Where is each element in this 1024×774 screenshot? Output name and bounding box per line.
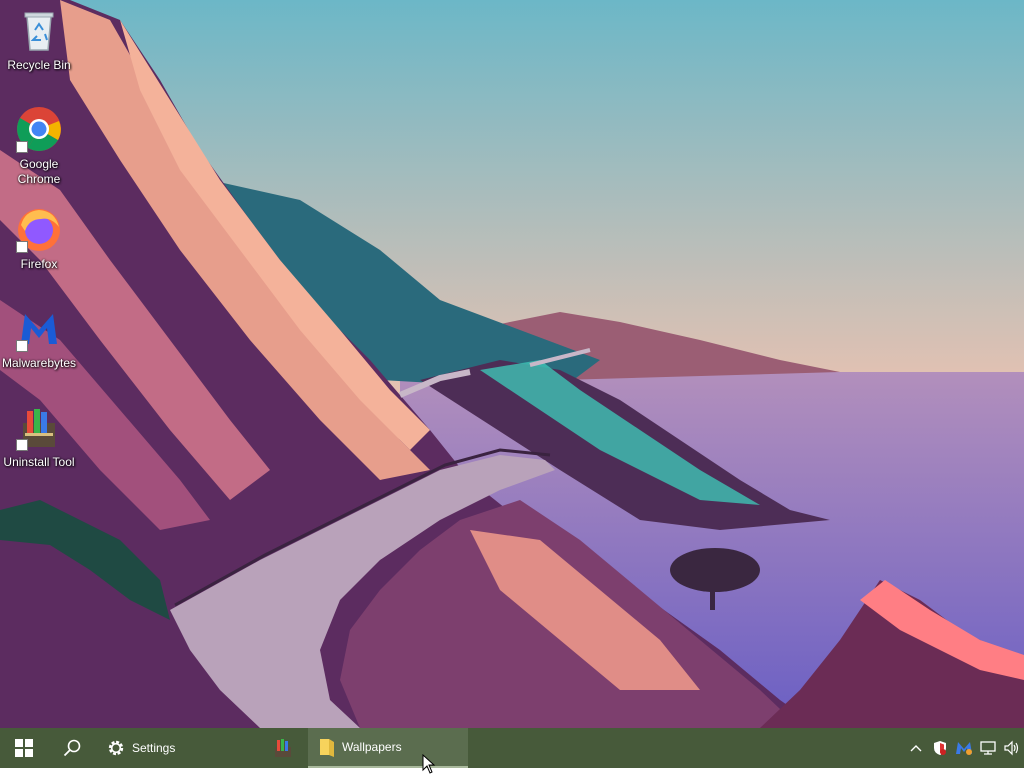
taskbar-app-settings[interactable]: Settings [96,728,248,768]
taskbar: Settings Wallpapers [0,728,1024,768]
taskbar-app-uninstall-tool[interactable] [258,728,308,768]
desktop-icon-label: Uninstall Tool [3,455,75,469]
desktop-icon-label: Recycle Bin [7,58,71,72]
security-shield-icon [934,741,946,755]
desktop-icon-label: Google Chrome [17,157,61,186]
malwarebytes-tray-icon [956,742,972,755]
desktop-icon-label: Malwarebytes [1,356,77,370]
system-tray [904,728,1024,768]
network-icon [980,741,996,755]
search-icon [63,739,81,757]
show-hidden-icons-button[interactable] [904,728,928,768]
tray-network[interactable] [976,728,1000,768]
firefox-icon [15,205,63,253]
desktop-icon-recycle-bin[interactable]: Recycle Bin [0,6,78,73]
tray-volume[interactable] [1000,728,1024,768]
mouse-cursor [422,754,436,774]
shortcut-arrow-icon [16,141,28,153]
wallpaper [0,0,1024,728]
search-button[interactable] [48,728,96,768]
taskbar-app-label: Settings [132,741,176,755]
shortcut-arrow-icon [16,439,28,451]
desktop-icon-uninstall-tool[interactable]: Uninstall Tool [0,403,78,470]
windows-start-icon [15,739,33,757]
uninstall-tool-icon [15,403,63,451]
volume-icon [1004,740,1019,756]
tray-security[interactable] [928,728,952,768]
shortcut-arrow-icon [16,241,28,253]
chrome-icon [15,105,63,153]
tray-malwarebytes[interactable] [952,728,976,768]
recycle-bin-icon [15,6,63,54]
uninstall-tool-icon [275,739,291,757]
shortcut-arrow-icon [16,340,28,352]
desktop-icon-firefox[interactable]: Firefox [0,205,78,272]
taskbar-app-label: Wallpapers [342,740,402,754]
malwarebytes-icon [15,304,63,352]
gear-icon [108,740,124,756]
desktop[interactable]: Recycle Bin Google Chrome Firefox Malwar… [0,0,1024,728]
taskbar-app-wallpapers[interactable]: Wallpapers [308,728,468,768]
desktop-icon-google-chrome[interactable]: Google Chrome [0,105,78,187]
desktop-icon-label: Firefox [20,257,58,271]
folder-icon [320,739,334,757]
desktop-icon-malwarebytes[interactable]: Malwarebytes [0,304,78,371]
start-button[interactable] [0,728,48,768]
chevron-up-icon [910,745,922,752]
